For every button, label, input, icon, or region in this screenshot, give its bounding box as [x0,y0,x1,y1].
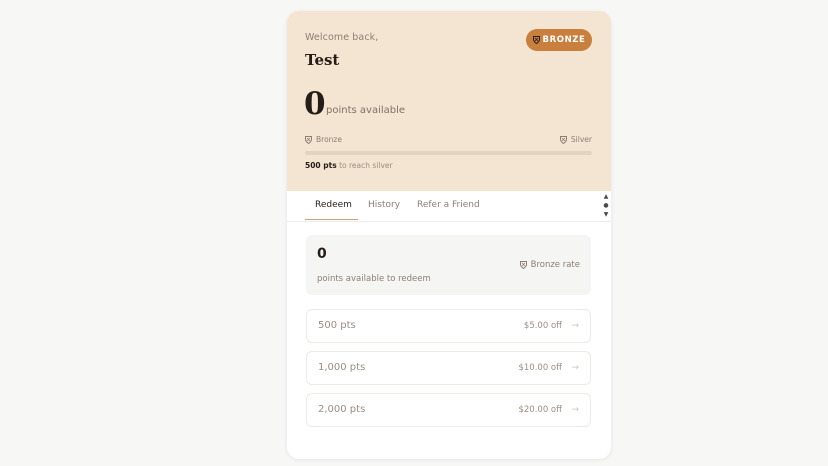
current-tier: Bronze [305,135,342,144]
shield-icon [559,135,567,144]
shield-icon [519,261,527,269]
rewards-header: Welcome back, Test BRONZE 0 points avail… [287,11,611,191]
reward-discount: $10.00 off [518,363,562,373]
scroll-dot-icon: ● [603,202,609,209]
next-tier-label: Silver [570,135,592,144]
reward-option-2000[interactable]: 2,000 pts $20.00 off → [306,393,591,427]
arrow-right-icon: → [571,405,579,415]
next-tier: Silver [559,135,592,144]
arrow-right-icon: → [571,363,579,373]
points-needed-suffix: to reach silver [339,161,393,170]
points-needed: 500 pts [305,161,337,170]
reward-discount: $20.00 off [518,405,562,415]
tab-bar: Redeem History Refer a Friend [287,191,611,222]
redeem-summary: 0 points available to redeem Bronze rate [306,235,591,295]
loyalty-card: Welcome back, Test BRONZE 0 points avail… [287,11,611,459]
tier-rate: Bronze rate [519,260,580,270]
tier-rate-label: Bronze rate [530,260,580,270]
reward-option-500[interactable]: 500 pts $5.00 off → [306,309,591,343]
username: Test [305,51,340,69]
scroll-up-icon[interactable]: ▲ [604,194,609,200]
tier-progress-bar [305,151,592,155]
arrow-right-icon: → [571,321,579,331]
redeem-points-label: points available to redeem [317,274,431,284]
points-to-next-tier: 500 pts to reach silver [305,161,393,170]
reward-option-1000[interactable]: 1,000 pts $10.00 off → [306,351,591,385]
points-value: 0 [304,86,326,122]
tab-history[interactable]: History [368,191,400,220]
scroll-arrows-icon[interactable]: ▲ ● ▼ [602,194,610,218]
tab-refer-a-friend[interactable]: Refer a Friend [417,191,480,220]
redeem-points-value: 0 [317,246,327,262]
tier-badge: BRONZE [526,29,592,51]
active-tab-indicator [305,219,358,220]
scroll-down-icon[interactable]: ▼ [604,212,609,218]
reward-points: 1,000 pts [318,362,366,373]
tab-redeem[interactable]: Redeem [315,191,352,220]
reward-discount: $5.00 off [523,321,562,331]
shield-icon [305,135,312,144]
shield-icon [532,36,540,44]
current-tier-label: Bronze [316,135,342,144]
reward-points: 2,000 pts [318,404,366,415]
welcome-text: Welcome back, [305,32,379,43]
reward-points: 500 pts [318,320,356,331]
tier-badge-label: BRONZE [542,35,586,45]
points-label: points available [326,105,406,116]
